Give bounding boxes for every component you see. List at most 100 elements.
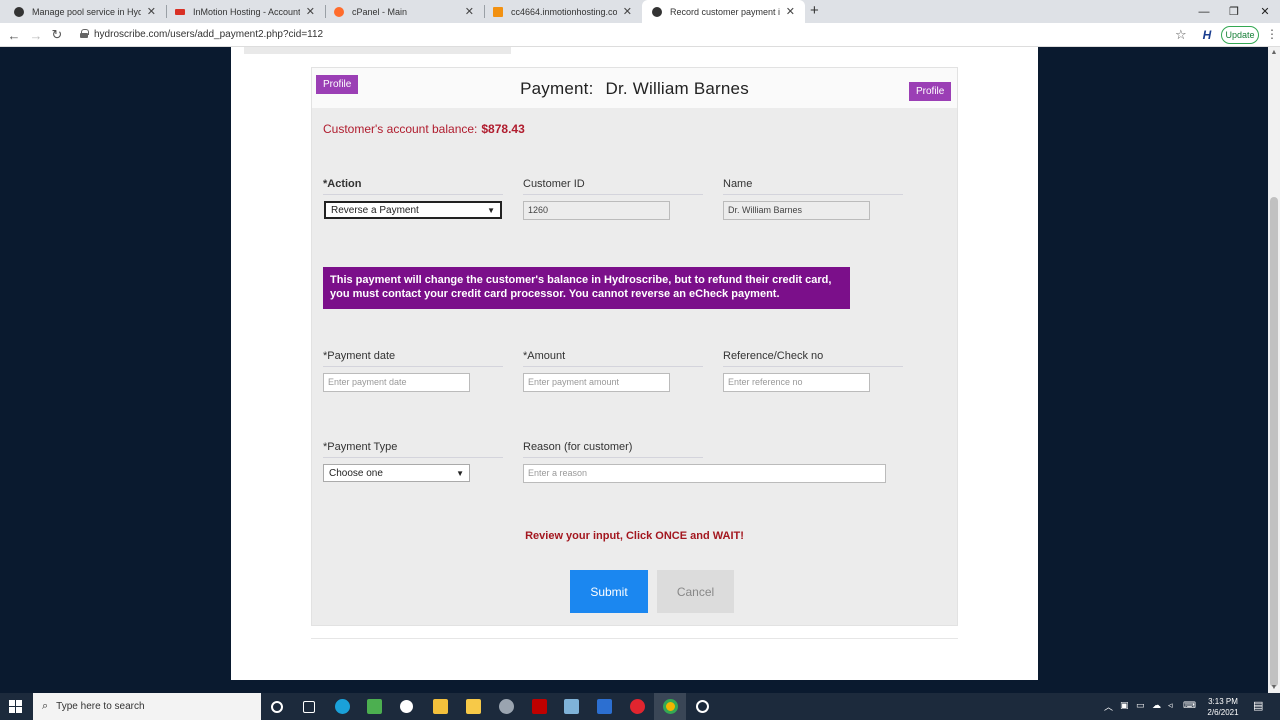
- volume-icon[interactable]: ◃: [1168, 700, 1173, 711]
- file-explorer-icon[interactable]: [466, 699, 481, 714]
- payment-type-select[interactable]: Choose one ▼: [323, 464, 470, 482]
- reference-input[interactable]: Enter reference no: [723, 373, 870, 392]
- balance-value: $878.43: [481, 122, 525, 136]
- browser-tab[interactable]: InMotion Hosting - Account Ma ✕: [165, 0, 325, 23]
- tab-close-icon[interactable]: ✕: [465, 5, 474, 18]
- app-icon[interactable]: [499, 699, 514, 714]
- browser-tab[interactable]: cc4664.inmotionhosting.com / lo ✕: [483, 0, 642, 23]
- close-window-icon[interactable]: ✕: [1248, 0, 1280, 23]
- minimize-icon[interactable]: —: [1187, 0, 1221, 23]
- network-icon[interactable]: ▭: [1136, 700, 1145, 711]
- tab-close-icon[interactable]: ✕: [306, 5, 315, 18]
- spreadsheet-app-icon[interactable]: [367, 699, 382, 714]
- lock-icon[interactable]: [80, 29, 89, 38]
- tab-label: cc4664.inmotionhosting.com / lo: [511, 6, 617, 17]
- reason-label: Reason (for customer): [523, 441, 703, 458]
- chrome-icon[interactable]: [663, 699, 678, 714]
- payment-type-select-value: Choose one: [329, 467, 383, 479]
- scrollbar-thumb[interactable]: [1270, 197, 1278, 687]
- forward-icon[interactable]: →: [27, 26, 45, 44]
- scroll-down-icon[interactable]: ▼: [1270, 684, 1278, 691]
- browser-tab[interactable]: Manage pool service in Hydrosc ✕: [4, 0, 166, 23]
- tab-label: Manage pool service in Hydrosc: [32, 6, 141, 17]
- taskbar-search[interactable]: ⌕ Type here to search: [33, 693, 261, 720]
- filezilla-icon[interactable]: [532, 699, 547, 714]
- content-panel: Profile Payment: Dr. William Barnes Profi…: [231, 47, 1038, 680]
- windows-start-icon[interactable]: [9, 700, 22, 713]
- amount-input[interactable]: Enter payment amount: [523, 373, 670, 392]
- taskbar-search-placeholder: Type here to search: [56, 701, 145, 712]
- menu-kebab-icon[interactable]: ⋮: [1266, 27, 1278, 41]
- refund-warning-alert: This payment will change the customer's …: [323, 267, 850, 309]
- customer-id-field: 1260: [523, 201, 670, 220]
- search-icon: ⌕: [42, 700, 49, 712]
- update-button[interactable]: Update: [1221, 26, 1259, 44]
- tab-label: InMotion Hosting - Account Ma: [193, 6, 300, 17]
- action-label: *Action: [323, 178, 503, 195]
- scroll-up-icon[interactable]: ▲: [1270, 49, 1278, 56]
- tab-favicon-icon: [175, 8, 185, 15]
- title-customer-name: Dr. William Barnes: [605, 79, 749, 98]
- payment-card: Profile Payment: Dr. William Barnes Profi…: [311, 67, 958, 626]
- edge-icon[interactable]: [335, 699, 350, 714]
- action-select[interactable]: Reverse a Payment ▼: [324, 201, 502, 219]
- tab-label: Record customer payment in Hy: [670, 6, 780, 17]
- account-balance: Customer's account balance: $878.43: [323, 122, 525, 136]
- amount-label: *Amount: [523, 350, 703, 367]
- profile-button-right[interactable]: Profile: [909, 82, 952, 101]
- clock-date: 2/6/2021: [1207, 708, 1239, 717]
- back-icon[interactable]: ←: [5, 26, 23, 44]
- new-tab-icon[interactable]: +: [810, 2, 819, 19]
- sourcetree-icon[interactable]: [400, 700, 413, 713]
- chevron-down-icon: ▼: [487, 205, 495, 215]
- title-prefix: Payment:: [520, 79, 594, 98]
- tab-close-icon[interactable]: ✕: [786, 5, 795, 18]
- system-clock[interactable]: 3:13 PM 2/6/2021: [1200, 696, 1246, 718]
- top-strip: [244, 47, 511, 54]
- tab-favicon-icon: [493, 6, 503, 17]
- name-label: Name: [723, 178, 903, 195]
- tray-app-icon[interactable]: ▣: [1120, 700, 1129, 711]
- customer-id-label: Customer ID: [523, 178, 703, 195]
- cancel-button[interactable]: Cancel: [657, 570, 734, 613]
- remote-desktop-icon[interactable]: [597, 699, 612, 714]
- tab-label: cPanel - Main: [352, 6, 408, 17]
- tab-favicon-icon: [14, 6, 24, 17]
- cortana-icon[interactable]: [271, 701, 283, 713]
- payment-date-input[interactable]: Enter payment date: [323, 373, 470, 392]
- notifications-icon[interactable]: ▤: [1253, 699, 1263, 712]
- tab-favicon-icon: [652, 6, 662, 17]
- submit-warning: Review your input, Click ONCE and WAIT!: [525, 530, 744, 542]
- address-bar[interactable]: hydroscribe.com/users/add_payment2.php?c…: [94, 29, 323, 40]
- reason-input[interactable]: Enter a reason: [523, 464, 886, 483]
- extension-icon[interactable]: H: [1200, 28, 1214, 42]
- reload-icon[interactable]: ↻: [48, 26, 66, 44]
- card-header: Profile Payment: Dr. William Barnes Profi…: [312, 68, 957, 108]
- task-view-icon[interactable]: [303, 701, 315, 713]
- name-field: Dr. William Barnes: [723, 201, 870, 220]
- notepad-icon[interactable]: [564, 699, 579, 714]
- action-select-value: Reverse a Payment: [331, 204, 419, 216]
- browser-tab[interactable]: cPanel - Main ✕: [324, 0, 484, 23]
- windows-taskbar: ⌕ Type here to search ︿ ▣ ▭ ☁ ◃ ⌨ 3:13 P…: [0, 693, 1280, 720]
- submit-button[interactable]: Submit: [570, 570, 648, 613]
- chevron-down-icon: ▼: [456, 468, 464, 478]
- page-title: Payment: Dr. William Barnes: [312, 79, 957, 99]
- clock-app-icon[interactable]: [696, 700, 709, 713]
- cloud-icon[interactable]: ☁: [1152, 700, 1161, 711]
- reference-label: Reference/Check no: [723, 350, 903, 367]
- tab-close-icon[interactable]: ✕: [623, 5, 632, 18]
- bookmark-star-icon[interactable]: ☆: [1175, 27, 1187, 43]
- payment-type-label: *Payment Type: [323, 441, 503, 458]
- restore-icon[interactable]: ❐: [1217, 0, 1251, 23]
- media-app-icon[interactable]: [433, 699, 448, 714]
- tray-chevron-icon[interactable]: ︿: [1104, 700, 1113, 713]
- browser-tab-active[interactable]: Record customer payment in Hy ✕: [642, 0, 805, 23]
- page-viewport: Profile Payment: Dr. William Barnes Profi…: [0, 47, 1268, 693]
- browser-toolbar: ← → ↻ hydroscribe.com/users/add_payment2…: [0, 23, 1280, 47]
- opera-icon[interactable]: [630, 699, 645, 714]
- tab-close-icon[interactable]: ✕: [147, 5, 156, 18]
- balance-label: Customer's account balance:: [323, 122, 478, 136]
- page-scrollbar[interactable]: ▲ ▼: [1268, 47, 1280, 693]
- keyboard-icon[interactable]: ⌨: [1183, 700, 1196, 711]
